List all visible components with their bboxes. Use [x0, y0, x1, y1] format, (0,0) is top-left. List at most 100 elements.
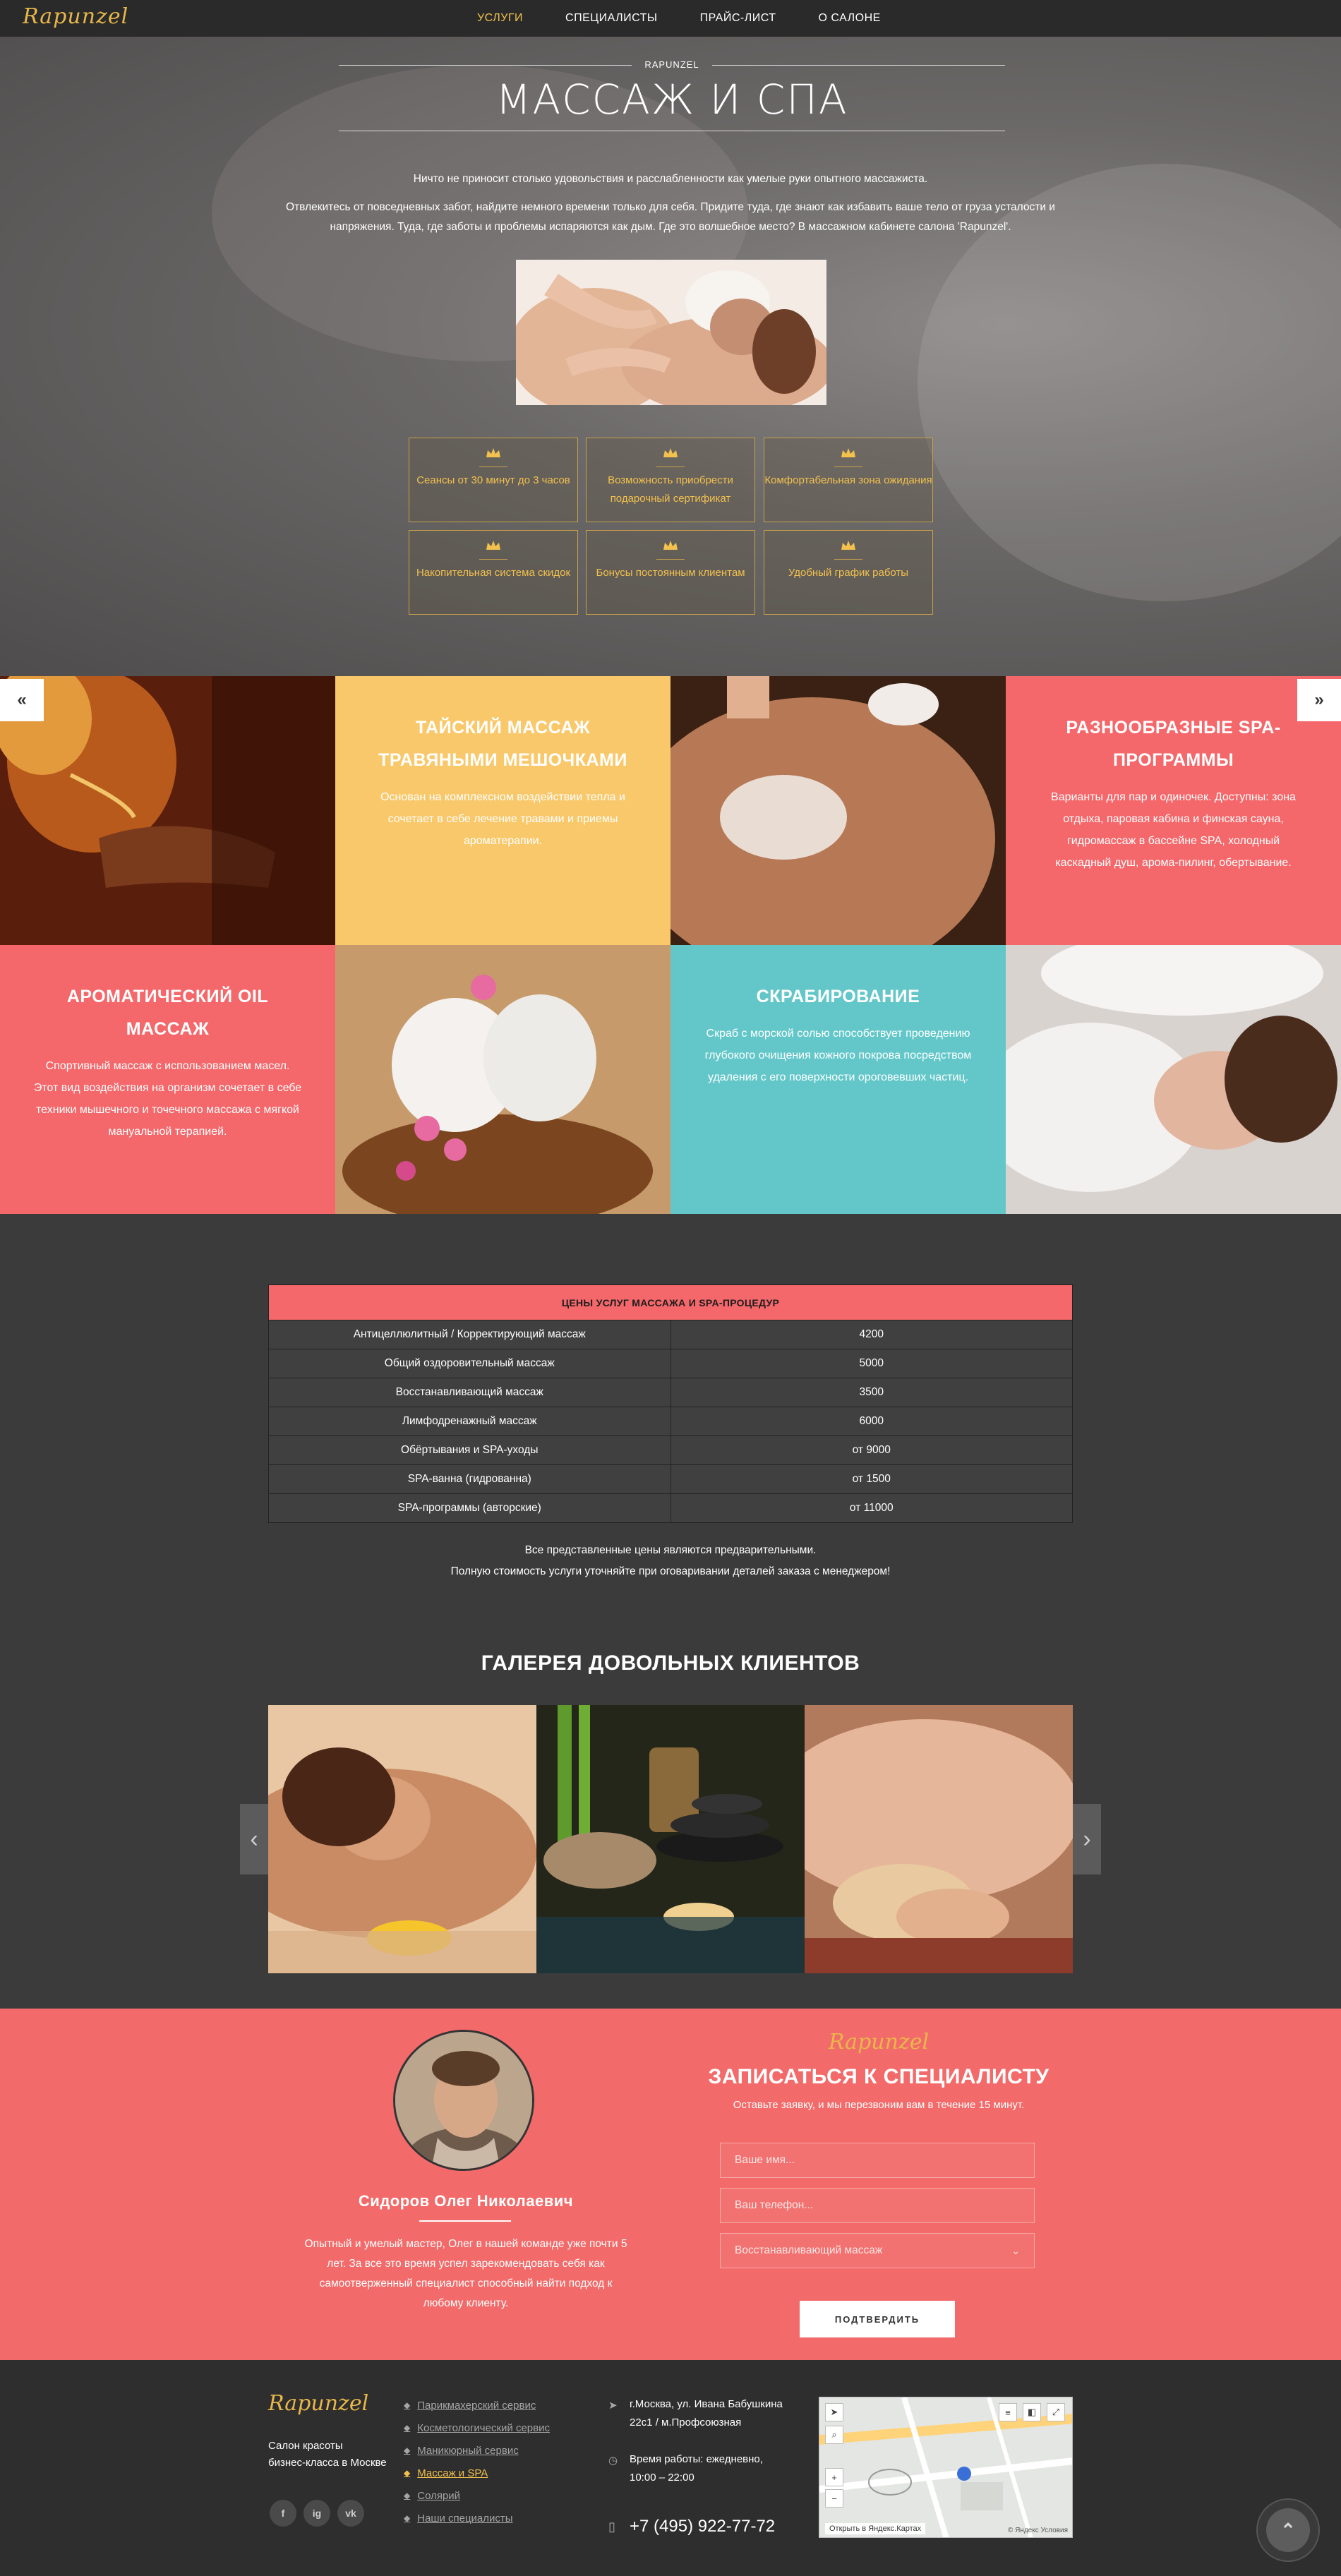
address-line-2: 22с1 / м.Профсоюзная	[630, 2416, 742, 2428]
double-chevron-up-icon: ⌃	[1266, 2508, 1310, 2552]
gallery-image-3[interactable]	[805, 1705, 1073, 1973]
service-title: СКРАБИРОВАНИЕ	[756, 987, 920, 1006]
feature-divider	[479, 559, 507, 560]
price-table-header: ЦЕНЫ УСЛУГ МАССАЖА И SPA-ПРОЦЕДУР	[268, 1284, 1073, 1320]
crown-icon	[764, 539, 932, 558]
price-section: ЦЕНЫ УСЛУГ МАССАЖА И SPA-ПРОЦЕДУР Антице…	[0, 1214, 1341, 1623]
footer-link-solarium[interactable]: ◆ Солярий	[404, 2484, 550, 2507]
booking-subtitle: Оставьте заявку, и мы перезвоним вам в т…	[733, 2099, 1025, 2111]
feature-text: Бонусы постоянным клиентам	[596, 567, 745, 579]
service-select[interactable]: Восстанавливающий массаж ⌄	[720, 2233, 1035, 2268]
hero-title: МАССАЖ И СПА	[495, 76, 848, 124]
slider-next-button[interactable]: »	[1297, 679, 1341, 721]
slider-prev-button[interactable]: «	[0, 679, 44, 721]
phone-input[interactable]	[735, 2199, 1020, 2212]
table-row: SPA-программы (авторские) от 11000	[268, 1493, 1073, 1523]
service-title: ТАЙСКИЙ МАССАЖ ТРАВЯНЫМИ МЕШОЧКАМИ	[378, 718, 627, 770]
vk-icon[interactable]: vk	[337, 2500, 364, 2527]
location-icon: ➤	[608, 2400, 618, 2412]
yandex-map[interactable]: ➤ ⌕ ≡ ◧ ⤢ + − Открыть в Яндекс.Картах © …	[819, 2397, 1073, 2538]
footer-phone[interactable]: +7 (495) 922-77-72	[630, 2517, 775, 2536]
crown-icon	[409, 447, 577, 465]
feature-divider	[834, 559, 862, 560]
map-zoom-in-icon[interactable]: +	[825, 2468, 843, 2486]
service-scrubbing[interactable]: СКРАБИРОВАНИЕ Скраб с морской солью спос…	[670, 945, 1006, 1214]
phone-field[interactable]	[720, 2188, 1035, 2223]
price-value: от 11000	[670, 1493, 1073, 1523]
salt-scrub-image	[670, 676, 1006, 945]
hero-intro: Ничто не приносит столько удовольствия и…	[268, 169, 1073, 237]
price-table: ЦЕНЫ УСЛУГ МАССАЖА И SPA-ПРОЦЕДУР Антице…	[268, 1284, 1073, 1523]
service-thai-massage[interactable]: ТАЙСКИЙ МАССАЖ ТРАВЯНЫМИ МЕШОЧКАМИ Основ…	[335, 676, 670, 945]
map-route-icon[interactable]: ➤	[825, 2403, 843, 2421]
nav-item-about[interactable]: О САЛОНЕ	[819, 12, 881, 25]
price-value: от 9000	[670, 1436, 1073, 1465]
specialist-description: Опытный и умелый мастер, Олег в нашей ко…	[304, 2238, 627, 2309]
price-service: Антицеллюлитный / Корректирующий массаж	[268, 1320, 671, 1349]
footer: Rapunzel Салон красоты бизнес-класса в М…	[0, 2360, 1341, 2576]
instagram-icon[interactable]: ig	[303, 2500, 330, 2527]
footer-link-manicure[interactable]: ◆ Маникюрный сервис	[404, 2439, 550, 2462]
table-row: Восстанавливающий массаж 3500	[268, 1378, 1073, 1407]
name-field[interactable]	[720, 2143, 1035, 2178]
nav-item-price-list[interactable]: ПРАЙС-ЛИСТ	[700, 12, 776, 25]
map-traffic-icon[interactable]: ≡	[999, 2403, 1017, 2421]
main-nav: УСЛУГИ СПЕЦИАЛИСТЫ ПРАЙС-ЛИСТ О САЛОНЕ	[477, 0, 881, 37]
gallery-image-2[interactable]	[536, 1705, 805, 1973]
footer-link-label: Косметологический сервис	[417, 2421, 550, 2434]
footer-logo[interactable]: Rapunzel	[268, 2391, 368, 2416]
price-service: Общий оздоровительный массаж	[268, 1349, 671, 1378]
hours-line-2: 10:00 – 22:00	[630, 2472, 694, 2484]
footer-link-cosmetology[interactable]: ◆ Косметологический сервис	[404, 2416, 550, 2439]
feature-discounts: Накопительная система скидок	[409, 530, 578, 615]
nav-item-services[interactable]: УСЛУГИ	[477, 12, 523, 25]
map-fullscreen-icon[interactable]: ⤢	[1047, 2403, 1065, 2421]
specialist-name: Сидоров Олег Николаевич	[358, 2192, 574, 2210]
price-service: Лимфодренажный массаж	[268, 1407, 671, 1436]
footer-link-massage-spa[interactable]: ◆ Массаж и SPA	[404, 2462, 550, 2484]
name-input[interactable]	[735, 2154, 1020, 2167]
chevron-down-icon: ⌄	[1011, 2244, 1020, 2256]
nav-item-specialists[interactable]: СПЕЦИАЛИСТЫ	[565, 12, 658, 25]
submit-button[interactable]: ПОДТВЕРДИТЬ	[800, 2301, 955, 2337]
price-value: 3500	[670, 1378, 1073, 1407]
service-select-value: Восстанавливающий массаж	[735, 2244, 883, 2256]
service-text: Скраб с морской солью способствует прове…	[704, 1028, 972, 1083]
footer-link-specialists[interactable]: ◆ Наши специалисты	[404, 2507, 550, 2529]
address-line-1: г.Москва, ул. Ивана Бабушкина	[630, 2398, 783, 2410]
services-grid: ТАЙСКИЙ МАССАЖ ТРАВЯНЫМИ МЕШОЧКАМИ Основ…	[0, 676, 1341, 1214]
footer-link-label: Маникюрный сервис	[417, 2444, 519, 2457]
price-note: Все представленные цены являются предвар…	[268, 1540, 1073, 1582]
map-search-icon[interactable]: ⌕	[825, 2426, 843, 2444]
table-row: SPA-ванна (гидрованна) от 1500	[268, 1464, 1073, 1494]
feature-text: Удобный график работы	[788, 567, 909, 579]
service-text: Спортивный массаж с использованием масел…	[33, 1060, 302, 1138]
footer-hours: ◷ Время работы: ежедневно, 10:00 – 22:00	[608, 2450, 763, 2487]
gallery-prev-button[interactable]: ‹	[240, 1804, 268, 1874]
gallery-image-1[interactable]	[268, 1705, 536, 1973]
feature-divider	[656, 559, 685, 560]
map-zoom-out-icon[interactable]: −	[825, 2489, 843, 2508]
footer-link-hair[interactable]: ◆ Парикмахерский сервис	[404, 2394, 550, 2416]
service-text: Варианты для пар и одиночек. Доступны: з…	[1051, 791, 1296, 869]
map-layers-icon[interactable]: ◧	[1023, 2403, 1041, 2421]
price-note-2: Полную стоимость услуги уточняйте при ог…	[450, 1565, 891, 1577]
footer-link-label: Солярий	[417, 2489, 461, 2502]
table-row: Обёртывания и SPA-уходы от 9000	[268, 1436, 1073, 1465]
diamond-icon: ◆	[404, 2445, 411, 2455]
service-spa-programs[interactable]: РАЗНООБРАЗНЫЕ SPA-ПРОГРАММЫ Варианты для…	[1006, 676, 1341, 945]
gallery-next-button[interactable]: ›	[1073, 1804, 1101, 1874]
table-row: Антицеллюлитный / Корректирующий массаж 4…	[268, 1320, 1073, 1349]
diamond-icon: ◆	[404, 2513, 411, 2523]
footer-desc-2: бизнес-класса в Москве	[268, 2457, 387, 2469]
brand-logo[interactable]: Rapunzel	[23, 4, 128, 29]
service-aroma-oil-massage[interactable]: АРОМАТИЧЕСКИЙ OIL МАССАЖ Спортивный масс…	[0, 945, 335, 1214]
price-service: SPA-программы (авторские)	[268, 1493, 671, 1523]
scroll-to-top-button[interactable]: ⌃	[1256, 2498, 1320, 2562]
feature-bonuses: Бонусы постоянным клиентам	[586, 530, 755, 615]
diamond-icon: ◆	[404, 2468, 411, 2478]
facebook-icon[interactable]: f	[270, 2500, 296, 2527]
diamond-icon: ◆	[404, 2491, 411, 2500]
map-open-link[interactable]: Открыть в Яндекс.Картах	[825, 2523, 926, 2534]
diamond-icon: ◆	[404, 2400, 411, 2410]
